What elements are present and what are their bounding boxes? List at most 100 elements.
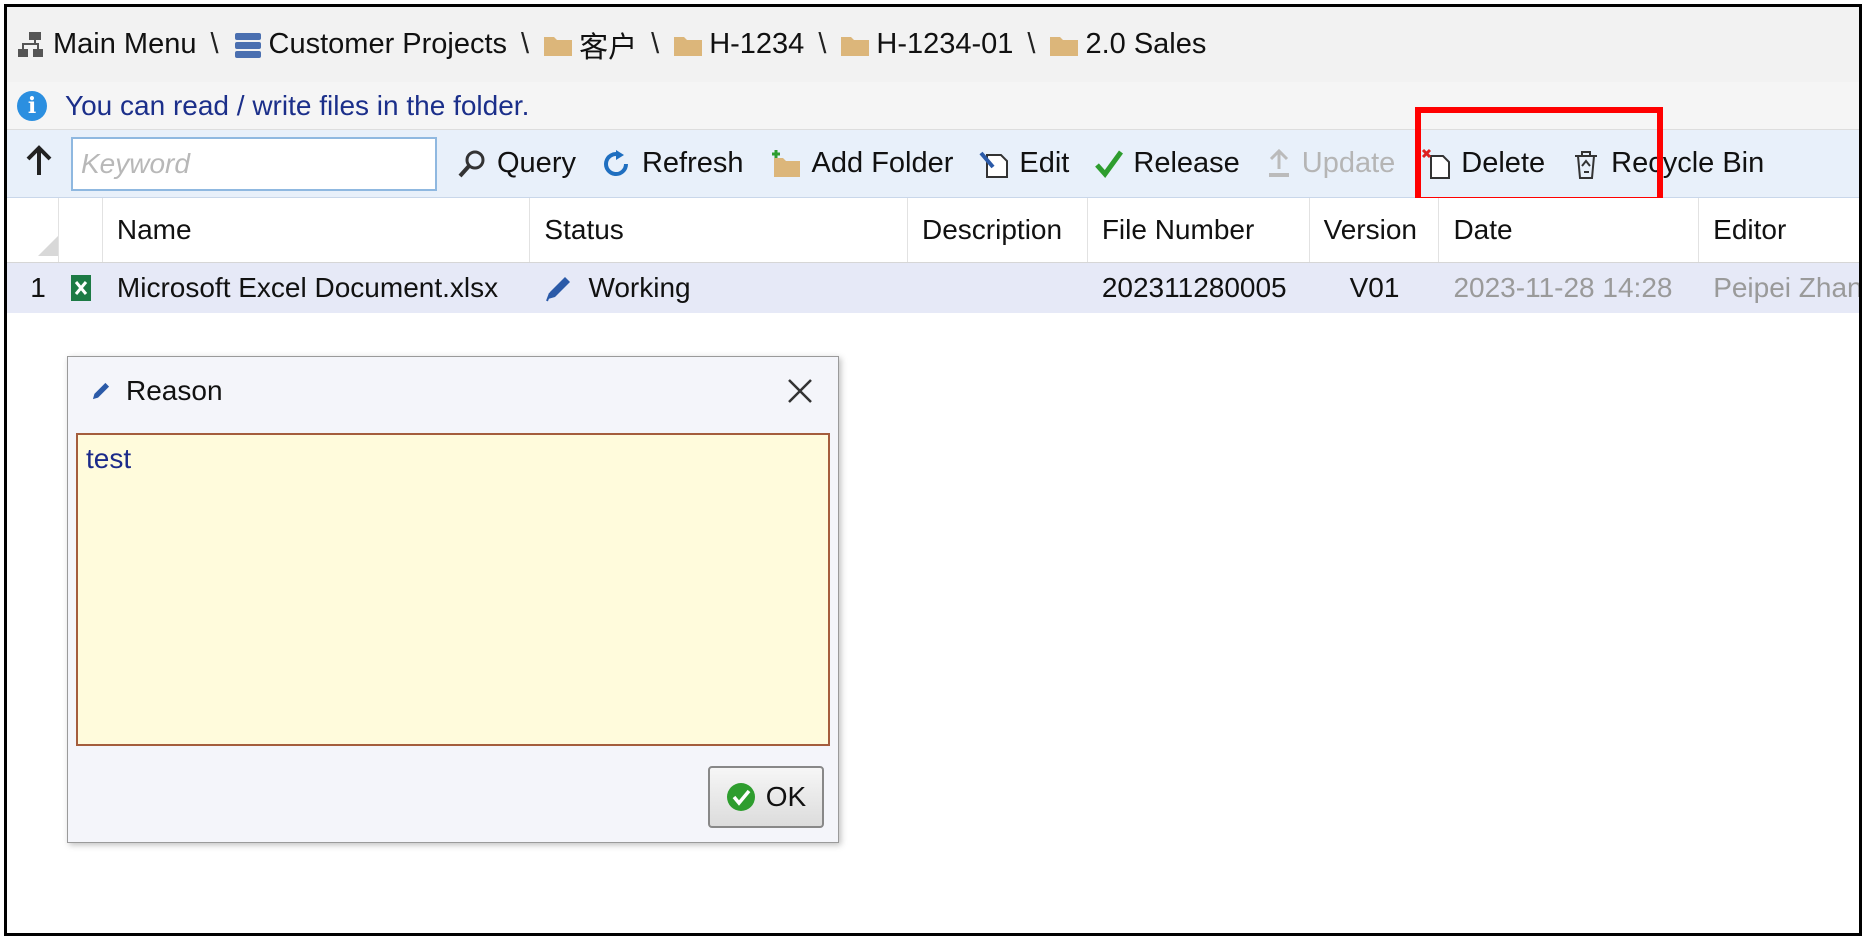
edit-button[interactable]: Edit bbox=[979, 147, 1069, 180]
table-row[interactable]: 1 Microsoft Excel Document.xlsx Working … bbox=[7, 263, 1859, 313]
arrow-up-icon bbox=[24, 145, 54, 182]
dialog-title: Reason bbox=[126, 375, 223, 406]
breadcrumb-label: Customer Projects bbox=[268, 28, 508, 60]
excel-file-icon bbox=[59, 263, 103, 313]
status-text: Working bbox=[588, 272, 691, 303]
cell-editor: Peipei Zhan bbox=[1699, 263, 1859, 313]
toolbar: Query Refresh Add Folder Edit Release bbox=[7, 130, 1859, 198]
ok-label: OK bbox=[765, 781, 807, 812]
database-icon bbox=[233, 31, 263, 59]
column-header-file-number[interactable]: File Number bbox=[1088, 198, 1310, 262]
folder-icon bbox=[543, 33, 573, 57]
recycle-bin-label: Recycle Bin bbox=[1611, 147, 1765, 179]
column-label: Date bbox=[1453, 214, 1513, 245]
ok-button[interactable]: OK bbox=[708, 766, 824, 828]
breadcrumb-label: H-1234 bbox=[709, 28, 805, 60]
delete-file-icon bbox=[1421, 148, 1451, 180]
breadcrumb-label: Main Menu bbox=[53, 28, 197, 60]
icon-column-header bbox=[59, 198, 103, 262]
pencil-icon bbox=[544, 273, 574, 303]
column-label: Name bbox=[116, 214, 192, 245]
breadcrumb-h-1234[interactable]: H-1234 bbox=[673, 28, 804, 61]
column-header-date[interactable]: Date bbox=[1439, 198, 1700, 262]
folder-icon bbox=[840, 33, 870, 57]
folder-icon bbox=[1049, 33, 1079, 57]
breadcrumb-h-1234-01[interactable]: H-1234-01 bbox=[840, 28, 1013, 61]
edit-icon bbox=[979, 149, 1009, 179]
version-text: V01 bbox=[1349, 272, 1400, 303]
recycle-bin-button[interactable]: Recycle Bin bbox=[1571, 147, 1764, 180]
column-label: Description bbox=[922, 214, 1063, 245]
editor-text: Peipei Zhan bbox=[1713, 272, 1860, 303]
cell-name: Microsoft Excel Document.xlsx bbox=[103, 263, 531, 313]
checkmark-icon bbox=[1095, 150, 1124, 178]
update-label: Update bbox=[1301, 147, 1396, 179]
cell-version: V01 bbox=[1310, 263, 1440, 313]
cell-file-number: 202311280005 bbox=[1088, 263, 1310, 313]
cell-date: 2023-11-28 14:28 bbox=[1439, 263, 1699, 313]
column-label: File Number bbox=[1101, 214, 1255, 245]
edit-label: Edit bbox=[1019, 147, 1070, 179]
close-icon[interactable] bbox=[784, 375, 816, 407]
breadcrumb-label: 客户 bbox=[579, 31, 638, 64]
column-header-description[interactable]: Description bbox=[908, 198, 1088, 262]
query-label: Query bbox=[497, 147, 576, 179]
column-label: Editor bbox=[1713, 214, 1787, 245]
refresh-button[interactable]: Refresh bbox=[602, 147, 744, 180]
add-folder-icon bbox=[770, 149, 802, 179]
reason-textarea[interactable]: test bbox=[76, 433, 830, 746]
breadcrumb-sales[interactable]: 2.0 Sales bbox=[1049, 28, 1206, 61]
column-header-status[interactable]: Status bbox=[530, 198, 908, 262]
folder-icon bbox=[673, 33, 703, 57]
breadcrumb-separator: \ bbox=[651, 28, 660, 60]
cell-status: Working bbox=[530, 263, 908, 313]
sitemap-icon bbox=[17, 31, 47, 59]
update-button[interactable]: Update bbox=[1266, 147, 1396, 180]
select-all-corner[interactable] bbox=[7, 198, 59, 262]
column-header-name[interactable]: Name bbox=[103, 198, 531, 262]
column-label: Version bbox=[1323, 214, 1417, 245]
pencil-icon bbox=[90, 380, 112, 402]
app-window: Main Menu \ Customer Projects \ 客户 \ H-1… bbox=[4, 4, 1862, 936]
breadcrumb-separator: \ bbox=[210, 28, 219, 60]
date-text: 2023-11-28 14:28 bbox=[1453, 272, 1673, 303]
delete-button[interactable]: Delete bbox=[1421, 147, 1545, 180]
release-label: Release bbox=[1133, 147, 1240, 179]
up-button[interactable] bbox=[7, 130, 71, 198]
check-circle-icon bbox=[726, 782, 756, 812]
breadcrumb-customer-projects[interactable]: Customer Projects bbox=[233, 28, 508, 61]
upload-icon bbox=[1266, 148, 1292, 179]
column-header-version[interactable]: Version bbox=[1310, 198, 1440, 262]
info-icon: i bbox=[17, 90, 47, 121]
breadcrumb-separator: \ bbox=[818, 28, 827, 60]
breadcrumb-separator: \ bbox=[521, 28, 530, 60]
cell-description bbox=[908, 263, 1088, 313]
info-message: You can read / write files in the folder… bbox=[65, 89, 530, 121]
info-bar: i You can read / write files in the fold… bbox=[7, 82, 1859, 130]
file-name: Microsoft Excel Document.xlsx bbox=[116, 272, 499, 303]
magnifier-icon bbox=[457, 149, 487, 179]
breadcrumb-separator: \ bbox=[1027, 28, 1036, 60]
breadcrumb-label: 2.0 Sales bbox=[1085, 28, 1207, 60]
add-folder-button[interactable]: Add Folder bbox=[770, 147, 954, 180]
column-label: Status bbox=[544, 214, 624, 245]
column-header-editor[interactable]: Editor bbox=[1699, 198, 1859, 262]
file-number-text: 202311280005 bbox=[1101, 272, 1287, 303]
release-button[interactable]: Release bbox=[1095, 147, 1240, 180]
reason-dialog: Reason test OK bbox=[67, 356, 839, 843]
breadcrumb-main-menu[interactable]: Main Menu bbox=[17, 28, 196, 61]
delete-label: Delete bbox=[1461, 147, 1546, 179]
refresh-icon bbox=[602, 149, 632, 179]
breadcrumb: Main Menu \ Customer Projects \ 客户 \ H-1… bbox=[7, 7, 1859, 82]
breadcrumb-label: H-1234-01 bbox=[876, 28, 1014, 60]
grid-header: Name Status Description File Number Vers… bbox=[7, 198, 1859, 263]
row-index: 1 bbox=[30, 272, 46, 303]
row-number: 1 bbox=[7, 263, 59, 313]
recycle-bin-icon bbox=[1571, 148, 1601, 180]
keyword-input[interactable] bbox=[71, 136, 437, 191]
dialog-header: Reason bbox=[68, 357, 838, 425]
refresh-label: Refresh bbox=[641, 147, 744, 179]
add-folder-label: Add Folder bbox=[811, 147, 954, 179]
query-button[interactable]: Query bbox=[457, 147, 576, 180]
breadcrumb-customer[interactable]: 客户 bbox=[543, 24, 637, 66]
